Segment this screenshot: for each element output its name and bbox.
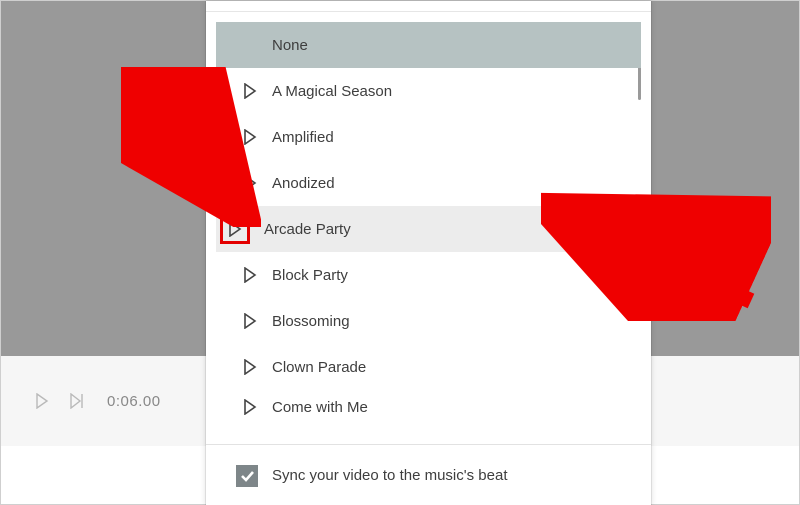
- music-item-label: None: [272, 37, 641, 54]
- play-preview-icon[interactable]: [228, 359, 272, 375]
- music-item-label: Amplified: [272, 129, 641, 146]
- music-list[interactable]: None A Magical Season Amplified Anodized Arc…: [206, 12, 651, 444]
- music-picker-panel: None A Magical Season Amplified Anodized Arc…: [206, 1, 651, 505]
- timecode: 0:06.00: [107, 393, 161, 410]
- music-item-none[interactable]: None: [216, 22, 641, 68]
- sync-label: Sync your video to the music's beat: [272, 467, 507, 484]
- music-item-label: Arcade Party: [264, 221, 641, 238]
- panel-top-border: [206, 1, 651, 12]
- music-item-amplified[interactable]: Amplified: [216, 114, 641, 160]
- app-window: 0:06.00 None A Magical Season Amplified Ano…: [0, 0, 800, 505]
- play-preview-icon[interactable]: [228, 267, 272, 283]
- music-item-arcade-party[interactable]: Arcade Party: [216, 206, 641, 252]
- music-item-label: Block Party: [272, 267, 641, 284]
- play-preview-icon[interactable]: [228, 313, 272, 329]
- music-item-a-magical-season[interactable]: A Magical Season: [216, 68, 641, 114]
- play-preview-icon[interactable]: [228, 399, 272, 415]
- music-item-label: Blossoming: [272, 313, 641, 330]
- music-item-label: A Magical Season: [272, 83, 641, 100]
- music-item-blossoming[interactable]: Blossoming: [216, 298, 641, 344]
- preview-background-left: [1, 1, 206, 356]
- step-forward-icon[interactable]: [69, 393, 87, 409]
- play-preview-icon[interactable]: [228, 83, 272, 99]
- music-item-label: Anodized: [272, 175, 641, 192]
- play-preview-icon[interactable]: [228, 129, 272, 145]
- music-item-anodized[interactable]: Anodized: [216, 160, 641, 206]
- play-preview-icon[interactable]: [220, 214, 250, 244]
- play-preview-icon[interactable]: [228, 175, 272, 191]
- music-item-come-with-me[interactable]: Come with Me: [216, 390, 641, 424]
- music-item-block-party[interactable]: Block Party: [216, 252, 641, 298]
- play-icon[interactable]: [35, 393, 49, 409]
- sync-checkbox[interactable]: [236, 465, 258, 487]
- music-item-label: Clown Parade: [272, 359, 641, 376]
- sync-option-row[interactable]: Sync your video to the music's beat: [206, 444, 651, 505]
- music-item-clown-parade[interactable]: Clown Parade: [216, 344, 641, 390]
- music-item-label: Come with Me: [272, 399, 641, 416]
